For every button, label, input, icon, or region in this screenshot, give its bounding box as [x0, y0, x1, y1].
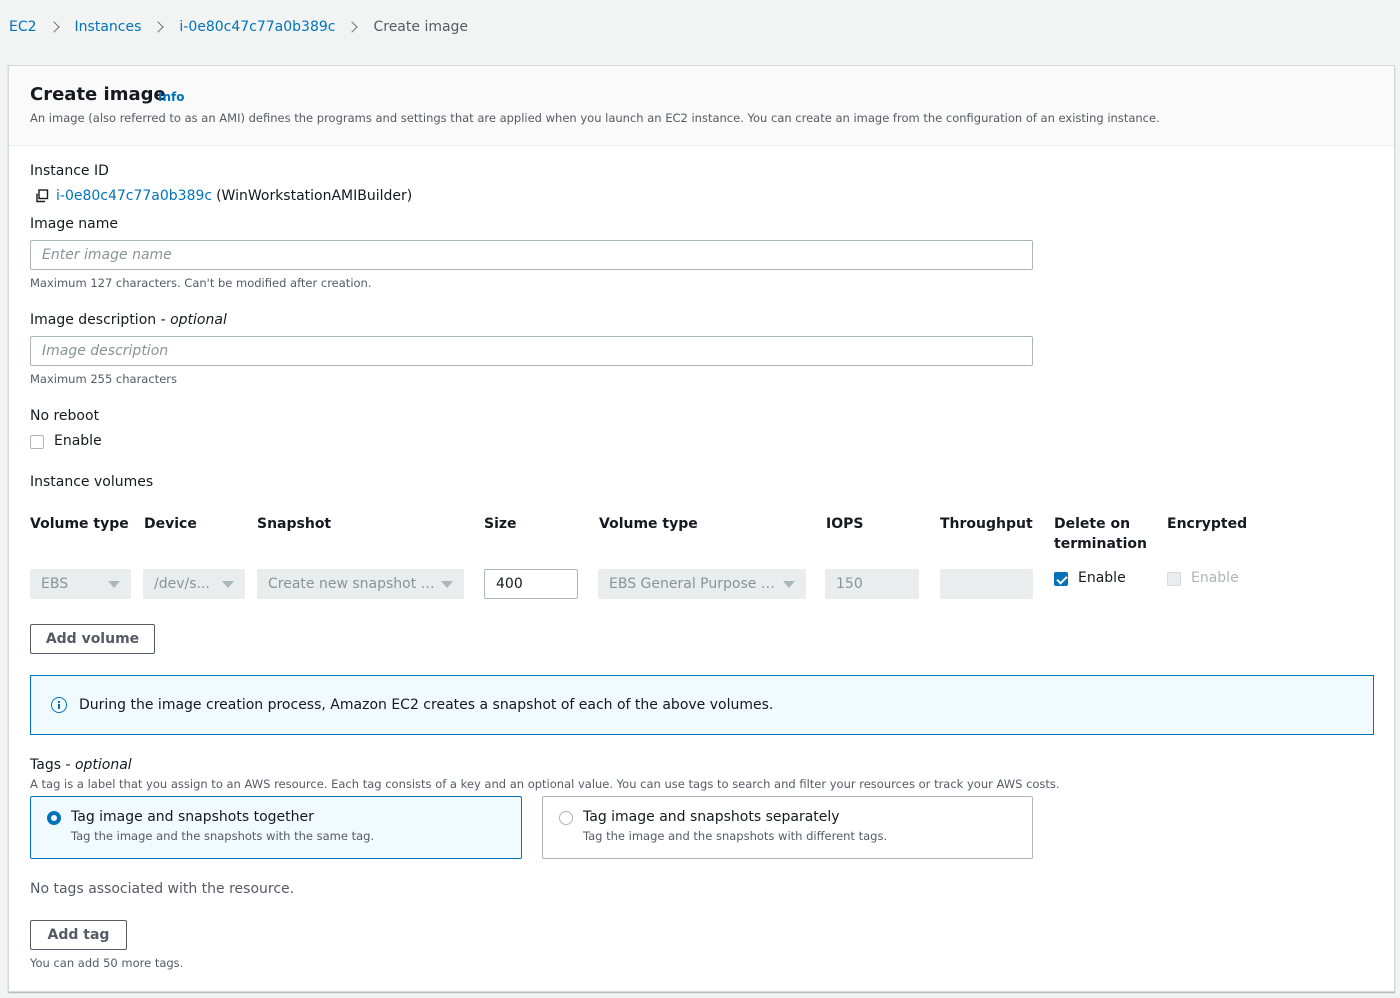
- image-description-input[interactable]: Image description: [30, 336, 1033, 366]
- tags-label: Tags - optional: [30, 757, 132, 773]
- encrypted-label: Enable: [1191, 570, 1239, 586]
- instance-id-link[interactable]: i-0e80c47c77a0b389c: [56, 188, 212, 204]
- no-reboot-checkbox[interactable]: [30, 435, 44, 449]
- volume-type-value: EBS: [41, 576, 69, 592]
- chevron-right-icon: [346, 21, 359, 33]
- no-tags-text: No tags associated with the resource.: [30, 881, 295, 897]
- iops-input: 150: [825, 569, 919, 599]
- col-ebs-volume-type: Volume type: [599, 516, 698, 532]
- tag-together-option[interactable]: Tag image and snapshots together Tag the…: [30, 796, 522, 859]
- add-tag-button[interactable]: Add tag: [30, 920, 127, 950]
- page-description: An image (also referred to as an AMI) de…: [30, 111, 1160, 125]
- copy-icon[interactable]: [35, 189, 49, 203]
- image-description-hint: Maximum 255 characters: [30, 372, 177, 386]
- col-iops: IOPS: [826, 516, 864, 532]
- size-value: 400: [496, 576, 523, 592]
- volume-type-select: EBS: [30, 569, 131, 599]
- image-name-label: Image name: [30, 216, 118, 232]
- iops-value: 150: [836, 576, 863, 592]
- col-volume-type: Volume type: [30, 516, 129, 532]
- caret-down-icon: [108, 580, 120, 588]
- delete-on-termination-checkbox[interactable]: [1054, 572, 1068, 586]
- breadcrumb-instances[interactable]: Instances: [75, 19, 142, 35]
- image-description-label: Image description - optional: [30, 312, 227, 328]
- chevron-right-icon: [47, 21, 60, 33]
- device-select: /dev/s...: [143, 569, 245, 599]
- snapshot-select: Create new snapshot fr...: [257, 569, 464, 599]
- tags-limit-hint: You can add 50 more tags.: [30, 956, 184, 970]
- radio-icon[interactable]: [559, 811, 573, 825]
- instance-id-label: Instance ID: [30, 163, 109, 179]
- tag-separately-title: Tag image and snapshots separately: [583, 809, 840, 825]
- tag-together-title: Tag image and snapshots together: [71, 809, 314, 825]
- breadcrumb-current: Create image: [373, 19, 469, 35]
- caret-down-icon: [222, 580, 234, 588]
- image-description-placeholder: Image description: [42, 343, 169, 359]
- no-reboot-checkbox-label[interactable]: Enable: [54, 433, 102, 449]
- info-icon: [51, 697, 67, 713]
- caret-down-icon: [441, 580, 453, 588]
- col-snapshot: Snapshot: [257, 516, 332, 532]
- instance-volumes-label: Instance volumes: [30, 474, 154, 490]
- size-input[interactable]: 400: [484, 569, 578, 599]
- ebs-volume-type-value: EBS General Purpose SS...: [609, 576, 777, 592]
- image-description-label-text: Image description -: [30, 312, 171, 328]
- image-name-input[interactable]: Enter image name: [30, 240, 1033, 270]
- breadcrumb-instance-id[interactable]: i-0e80c47c77a0b389c: [179, 19, 335, 35]
- col-delete-on-termination: Delete on termination: [1054, 516, 1147, 552]
- encrypted-checkbox: [1167, 572, 1181, 586]
- breadcrumb-ec2[interactable]: EC2: [9, 19, 37, 35]
- create-image-panel: Create image Info An image (also referre…: [8, 65, 1395, 992]
- delete-on-termination-label[interactable]: Enable: [1078, 570, 1126, 586]
- col-device: Device: [144, 516, 197, 532]
- instance-name: (WinWorkstationAMIBuilder): [216, 188, 413, 204]
- tag-separately-desc: Tag the image and the snapshots with dif…: [583, 829, 888, 843]
- radio-icon[interactable]: [47, 811, 61, 825]
- col-size: Size: [484, 516, 517, 532]
- snapshot-value: Create new snapshot fr...: [268, 576, 435, 592]
- panel-header: Create image Info An image (also referre…: [9, 66, 1394, 146]
- page-title: Create image: [30, 84, 166, 105]
- image-name-hint: Maximum 127 characters. Can't be modifie…: [30, 276, 372, 290]
- throughput-input: [940, 569, 1033, 599]
- chevron-right-icon: [152, 21, 165, 33]
- device-value: /dev/s...: [154, 576, 210, 592]
- optional-tag: optional: [170, 312, 227, 328]
- breadcrumb: EC2 Instances i-0e80c47c77a0b389c Create…: [9, 16, 468, 38]
- add-volume-button[interactable]: Add volume: [30, 624, 155, 654]
- col-throughput: Throughput: [940, 516, 1033, 532]
- instance-id-value: i-0e80c47c77a0b389c (WinWorkstationAMIBu…: [35, 188, 412, 204]
- tags-label-text: Tags -: [30, 757, 75, 773]
- no-reboot-label: No reboot: [30, 408, 100, 424]
- info-link[interactable]: Info: [158, 90, 184, 104]
- tags-description: A tag is a label that you assign to an A…: [30, 777, 1060, 791]
- caret-down-icon: [783, 580, 795, 588]
- tag-separately-option[interactable]: Tag image and snapshots separately Tag t…: [542, 796, 1033, 859]
- optional-tag: optional: [74, 757, 132, 773]
- ebs-volume-type-select: EBS General Purpose SS...: [598, 569, 806, 599]
- info-alert-text: During the image creation process, Amazo…: [79, 697, 774, 713]
- info-alert: During the image creation process, Amazo…: [30, 675, 1374, 735]
- tag-together-desc: Tag the image and the snapshots with the…: [71, 829, 375, 843]
- image-name-placeholder: Enter image name: [42, 247, 172, 263]
- col-encrypted: Encrypted: [1167, 516, 1248, 532]
